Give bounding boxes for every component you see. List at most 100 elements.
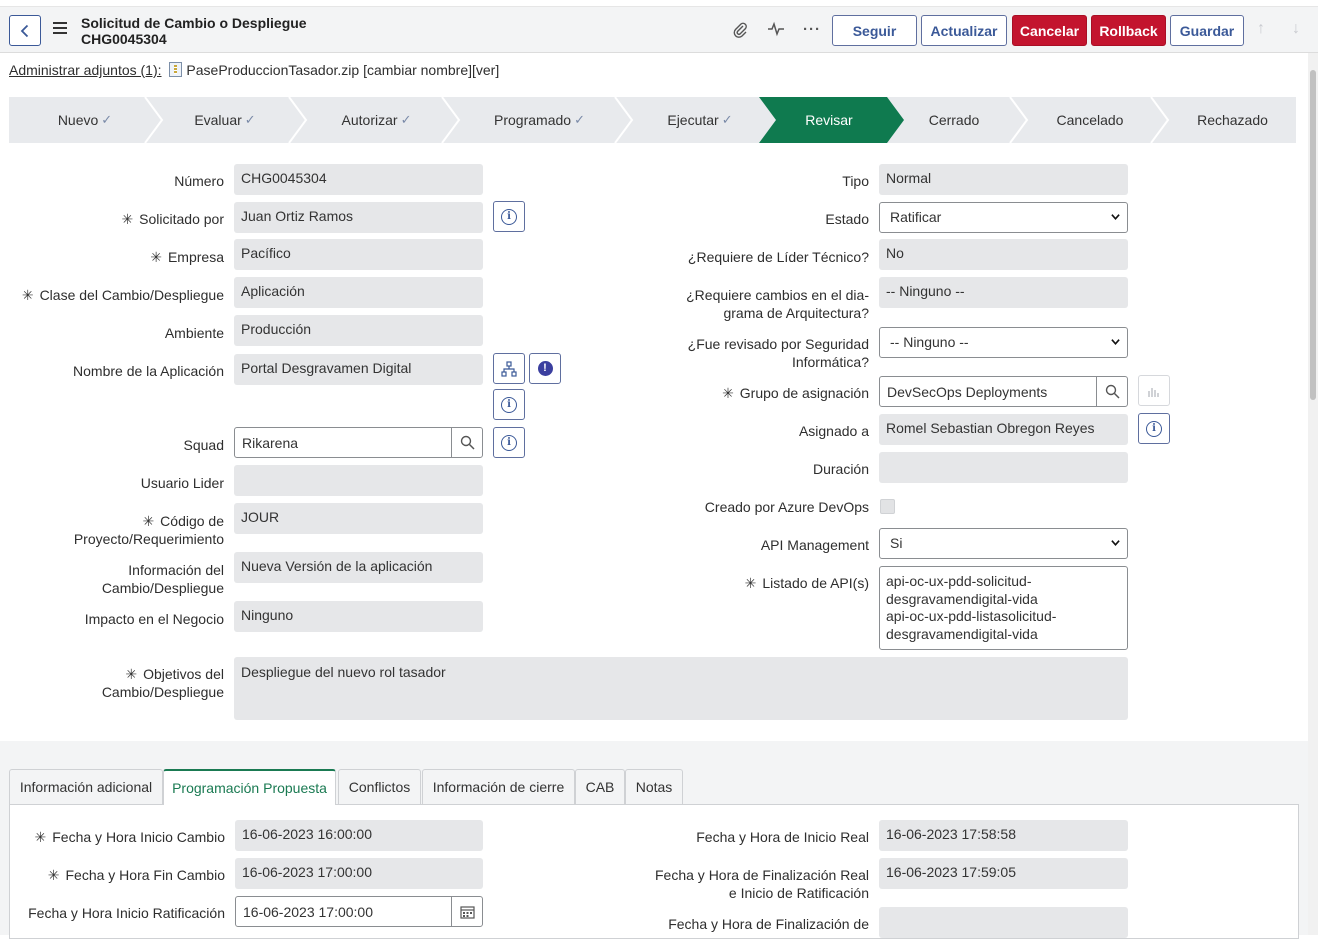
stage-programado[interactable]: Programado ✓ — [452, 97, 627, 143]
inicio-cambio-field: 16-06-2023 16:00:00 — [235, 820, 483, 851]
fin-cambio-label: ✳ Fecha y Hora Fin Cambio — [47, 867, 225, 883]
tab-informacion-cierre[interactable]: Información de cierre — [422, 769, 575, 804]
numero-label: Número — [174, 173, 224, 189]
vertical-scrollbar[interactable] — [1308, 53, 1318, 935]
previous-record-icon[interactable]: ↑ — [1257, 20, 1265, 38]
bar-chart-icon — [1148, 387, 1159, 397]
info-icon: i — [501, 208, 517, 225]
record-number: CHG0045304 — [81, 31, 167, 47]
stage-progress-bar: Nuevo ✓ Evaluar ✓ Autorizar ✓ Programado ✓ E… — [9, 97, 1296, 143]
seguridad-select[interactable]: -- Ninguno -- — [879, 327, 1128, 358]
stage-cerrado[interactable]: Cerrado — [894, 97, 1014, 143]
required-icon: ✳ — [722, 385, 734, 401]
search-icon[interactable] — [1096, 377, 1127, 406]
paperclip-icon[interactable] — [731, 21, 749, 39]
required-icon: ✳ — [125, 666, 138, 682]
arquitectura-label: ¿Requiere cambios en el dia-grama de Arq… — [686, 287, 869, 321]
asignado-label: Asignado a — [798, 423, 869, 439]
attachment-filename[interactable]: PaseProduccionTasador.zip — [186, 62, 359, 78]
context-menu-icon[interactable] — [53, 22, 67, 37]
empresa-label: ✳ Empresa — [150, 249, 224, 265]
check-icon: ✓ — [101, 112, 113, 127]
inicio-ratificacion-label: Fecha y Hora Inicio Ratificación — [28, 905, 225, 921]
grupo-input[interactable]: DevSecOps Deployments — [879, 376, 1128, 407]
solicitado-field: Juan Ortiz Ramos — [234, 202, 483, 233]
estado-label: Estado — [825, 211, 869, 227]
informacion-field: Nueva Versión de la aplicación — [234, 552, 483, 583]
usuario-lider-field — [234, 465, 483, 496]
next-record-icon[interactable]: ↓ — [1292, 20, 1300, 38]
chevron-down-icon — [1111, 214, 1120, 220]
duracion-field — [879, 452, 1128, 483]
tab-conflictos[interactable]: Conflictos — [338, 769, 421, 804]
apis-textarea[interactable]: api-oc-ux-pdd-solicitud- desgravamendigi… — [879, 566, 1128, 650]
stage-cancelado[interactable]: Cancelado — [1024, 97, 1156, 143]
squad-input[interactable]: Rikarena — [234, 427, 483, 458]
hierarchy-icon — [501, 360, 517, 377]
fin-real-field: 16-06-2023 17:59:05 — [879, 858, 1128, 889]
solicitado-info-button[interactable]: i — [493, 201, 525, 232]
fin-de-label: Fecha y Hora de Finalización de — [668, 916, 869, 932]
inicio-ratificacion-input[interactable]: 16-06-2023 17:00:00 — [235, 896, 483, 927]
chevron-down-icon — [1111, 339, 1120, 345]
objetivos-label: ✳ Objetivos del Cambio/Despliegue — [101, 666, 224, 700]
aplicacion-info-button[interactable]: i — [493, 389, 525, 420]
update-button[interactable]: Actualizar — [921, 15, 1007, 46]
stage-autorizar[interactable]: Autorizar ✓ — [299, 97, 454, 143]
ambiente-label: Ambiente — [164, 325, 224, 341]
codigo-field: JOUR — [234, 503, 483, 534]
back-button[interactable] — [9, 15, 41, 46]
tipo-label: Tipo — [842, 173, 869, 189]
dependency-map-button[interactable] — [493, 353, 525, 384]
search-icon[interactable] — [451, 428, 482, 457]
tab-notas[interactable]: Notas — [625, 769, 683, 804]
stage-rechazado[interactable]: Rechazado — [1166, 97, 1299, 143]
stage-ejecutar[interactable]: Ejecutar ✓ — [625, 97, 775, 143]
info-icon: i — [501, 434, 517, 451]
squad-info-button[interactable]: i — [493, 427, 525, 458]
activity-icon[interactable] — [767, 21, 785, 39]
group-chart-button[interactable] — [1138, 375, 1170, 406]
api-mgmt-select[interactable]: Si — [879, 528, 1128, 559]
clase-label: ✳ Clase del Cambio/Despliegue — [21, 287, 224, 303]
stage-nuevo[interactable]: Nuevo ✓ — [9, 97, 161, 143]
squad-label: Squad — [183, 437, 224, 453]
tab-cab[interactable]: CAB — [575, 769, 625, 804]
rollback-button[interactable]: Rollback — [1091, 15, 1166, 46]
follow-button[interactable]: Seguir — [832, 15, 917, 46]
aplicacion-label: Nombre de la Aplicación — [73, 363, 224, 379]
azure-checkbox[interactable] — [880, 499, 895, 514]
alert-button[interactable]: ! — [529, 353, 561, 384]
alert-icon: ! — [537, 361, 553, 376]
inicio-real-label: Fecha y Hora de Inicio Real — [696, 829, 869, 845]
required-icon: ✳ — [47, 867, 60, 883]
attachment-actions[interactable]: [cambiar nombre][ver] — [363, 62, 499, 78]
tipo-field: Normal — [879, 164, 1128, 195]
estado-select[interactable]: Ratificar — [879, 202, 1128, 233]
aplicacion-field: Portal Desgravamen Digital — [234, 354, 483, 385]
fin-cambio-field: 16-06-2023 17:00:00 — [235, 858, 483, 889]
apis-label: ✳ Listado de API(s) — [744, 575, 869, 591]
more-options-icon[interactable]: ··· — [803, 21, 821, 39]
cancel-button[interactable]: Cancelar — [1012, 15, 1087, 46]
tab-programacion-propuesta[interactable]: Programación Propuesta — [163, 769, 336, 805]
solicitado-label: ✳ Solicitado por — [121, 211, 224, 227]
check-icon: ✓ — [244, 112, 256, 127]
inicio-real-field: 16-06-2023 17:58:58 — [879, 820, 1128, 851]
check-icon: ✓ — [574, 112, 585, 127]
manage-attachments-link[interactable]: Administrar adjuntos (1): — [9, 62, 162, 78]
save-button[interactable]: Guardar — [1170, 15, 1244, 46]
required-icon: ✳ — [142, 513, 155, 529]
chevron-down-icon — [1111, 540, 1120, 546]
azure-label: Creado por Azure DevOps — [704, 499, 869, 515]
tab-informacion-adicional[interactable]: Información adicional — [9, 769, 163, 804]
arquitectura-field: -- Ninguno -- — [879, 277, 1128, 308]
scrollbar-thumb[interactable] — [1310, 70, 1316, 400]
asignado-info-button[interactable]: i — [1138, 413, 1170, 444]
info-icon: i — [501, 396, 517, 413]
calendar-icon[interactable] — [451, 897, 482, 926]
clase-field: Aplicación — [234, 277, 483, 308]
stage-revisar[interactable]: Revisar — [759, 97, 899, 143]
stage-evaluar[interactable]: Evaluar ✓ — [155, 97, 295, 143]
required-icon: ✳ — [34, 829, 47, 845]
